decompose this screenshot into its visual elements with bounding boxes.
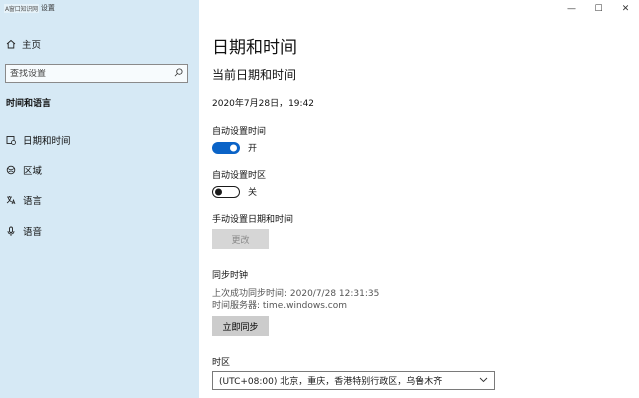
change-button[interactable]: 更改 xyxy=(212,229,269,249)
nav-home[interactable]: 主页 xyxy=(6,37,41,51)
sidebar-item-date-time[interactable]: 日期和时间 xyxy=(6,133,71,147)
minimize-button[interactable]: — xyxy=(558,0,585,17)
auto-time-toggle[interactable] xyxy=(212,141,240,154)
sidebar-item-language[interactable]: 语言 xyxy=(6,193,42,207)
sidebar-item-speech[interactable]: 语音 xyxy=(6,224,42,238)
window-controls: — ☐ ✕ xyxy=(558,0,639,17)
sidebar-item-label: 语音 xyxy=(23,227,43,238)
auto-timezone-label: 自动设置时区 xyxy=(212,171,267,181)
watermark-logo: A窗口知识网 xyxy=(4,3,39,13)
search-box[interactable] xyxy=(5,64,188,83)
sync-now-button[interactable]: 立即同步 xyxy=(212,316,269,336)
app-title-bar: A窗口知识网 设置 xyxy=(4,2,55,14)
toggle-knob xyxy=(215,188,222,195)
manual-datetime-label: 手动设置日期和时间 xyxy=(212,215,294,225)
sidebar: A窗口知识网 设置 主页 时间和语言 日期和时间 区域 语言 xyxy=(0,0,199,398)
section-heading-current: 当前日期和时间 xyxy=(212,68,297,82)
timezone-label: 时区 xyxy=(212,358,231,368)
close-button[interactable]: ✕ xyxy=(612,0,639,17)
language-icon xyxy=(6,194,16,206)
maximize-button[interactable]: ☐ xyxy=(585,0,612,17)
auto-timezone-state: 关 xyxy=(248,188,258,198)
home-icon xyxy=(6,38,16,50)
auto-time-label: 自动设置时间 xyxy=(212,127,267,137)
timezone-value: (UTC+08:00) 北京，重庆，香港特别行政区，乌鲁木齐 xyxy=(219,377,443,387)
app-title: 设置 xyxy=(40,4,55,12)
section-title: 时间和语言 xyxy=(6,99,52,109)
calendar-clock-icon xyxy=(6,134,16,146)
globe-region-icon xyxy=(6,164,16,176)
search-input[interactable] xyxy=(10,68,174,79)
time-server: 时间服务器: time.windows.com xyxy=(212,301,348,311)
toggle-knob xyxy=(230,144,237,151)
search-icon[interactable] xyxy=(174,67,183,80)
timezone-select[interactable]: (UTC+08:00) 北京，重庆，香港特别行政区，乌鲁木齐 xyxy=(212,371,495,390)
sidebar-item-region[interactable]: 区域 xyxy=(6,163,42,177)
microphone-icon xyxy=(6,225,16,237)
auto-timezone-toggle-row: 关 xyxy=(212,185,257,198)
sync-clock-label: 同步时钟 xyxy=(212,271,249,281)
sidebar-item-label: 区域 xyxy=(23,166,43,177)
current-datetime: 2020年7月28日，19:42 xyxy=(212,99,315,109)
page-title: 日期和时间 xyxy=(212,38,297,58)
sidebar-item-label: 日期和时间 xyxy=(23,136,71,147)
auto-time-state: 开 xyxy=(248,144,258,154)
chevron-down-icon xyxy=(479,376,488,386)
auto-timezone-toggle[interactable] xyxy=(212,185,240,198)
nav-home-label: 主页 xyxy=(22,40,42,51)
sidebar-item-label: 语言 xyxy=(23,196,43,207)
auto-time-toggle-row: 开 xyxy=(212,141,257,154)
main-content: — ☐ ✕ 日期和时间 当前日期和时间 2020年7月28日，19:42 自动设… xyxy=(199,0,639,398)
